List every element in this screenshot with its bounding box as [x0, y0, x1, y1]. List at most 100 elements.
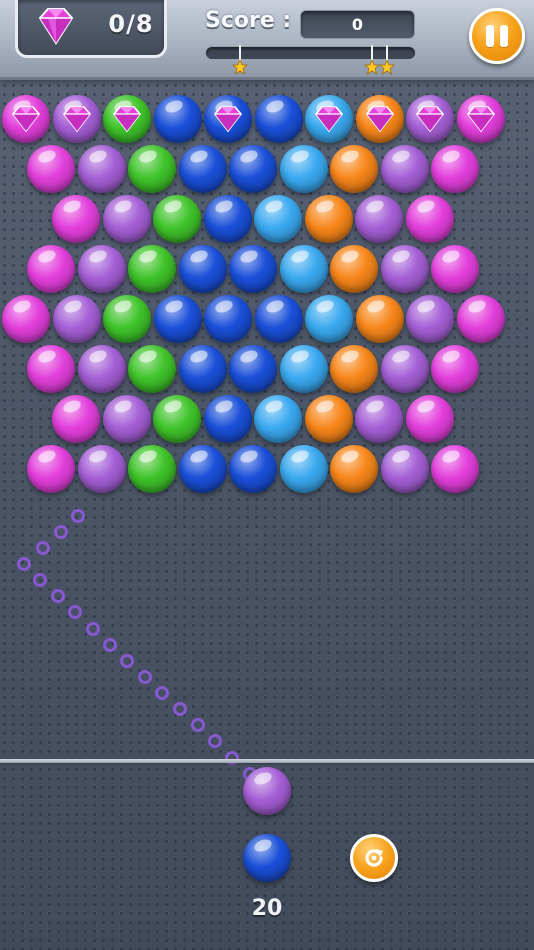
gem-count-text: 0/8: [108, 10, 154, 38]
next-bubble[interactable]: [243, 834, 291, 882]
bubble-orange: [355, 295, 404, 343]
bubble-green: [153, 195, 201, 243]
gem-icon: [11, 106, 41, 133]
pause-icon: [486, 25, 494, 47]
bubble-magenta: [52, 395, 100, 443]
bubble-cyan: [305, 95, 353, 143]
bubble-purple: [77, 245, 126, 293]
bubble-blue: [178, 345, 227, 393]
bubble-purple: [355, 195, 403, 243]
bubble-magenta: [27, 245, 75, 293]
bubble-green: [153, 395, 201, 443]
bubble-magenta: [405, 195, 454, 243]
bubble-green: [128, 345, 176, 393]
bubble-purple: [380, 345, 429, 393]
bubble-blue: [178, 445, 227, 493]
star-marker-1: [232, 45, 248, 75]
star-marker-2: [364, 45, 380, 75]
bubble-cyan: [279, 345, 328, 393]
aim-dot: [191, 718, 205, 732]
swap-button[interactable]: [350, 834, 398, 882]
score-label: Score :: [205, 8, 292, 33]
shots-remaining: 20: [251, 896, 283, 921]
aim-dot: [36, 541, 50, 555]
score-value: 0: [300, 10, 415, 39]
bubble-blue: [229, 445, 277, 493]
aim-dot: [54, 525, 68, 539]
swap-icon: [365, 849, 383, 867]
aim-dot: [71, 509, 85, 523]
gem-icon: [38, 8, 74, 45]
bubble-blue: [229, 145, 277, 193]
bubble-blue: [254, 295, 303, 343]
bubble-magenta: [431, 145, 479, 193]
gem-icon: [213, 106, 243, 133]
aim-dot: [120, 654, 134, 668]
bubble-blue: [204, 95, 252, 143]
aim-dot: [103, 638, 117, 652]
bubble-magenta: [2, 95, 50, 143]
bubble-cyan: [305, 295, 353, 343]
bubble-orange: [304, 395, 353, 443]
gem-icon: [466, 106, 495, 133]
bubble-blue: [153, 295, 202, 343]
star-icon: [232, 59, 248, 75]
bubble-magenta: [456, 295, 505, 343]
top-hud: 0/8 Score : 0: [0, 0, 534, 80]
bubble-purple: [52, 95, 101, 143]
bubble-green: [128, 445, 176, 493]
bubble-blue: [229, 245, 277, 293]
bubble-purple: [102, 195, 151, 243]
gem-icon: [415, 106, 445, 133]
bubble-orange: [355, 95, 404, 143]
bubble-purple: [406, 95, 454, 143]
shooter-bubble[interactable]: [243, 767, 291, 815]
aim-dot: [51, 589, 65, 603]
bubble-orange: [330, 345, 378, 393]
aim-dot: [208, 734, 222, 748]
bubble-purple: [406, 295, 454, 343]
bubble-cyan: [279, 145, 328, 193]
bubble-green: [128, 245, 176, 293]
bubble-magenta: [405, 395, 454, 443]
bubble-green: [103, 295, 151, 343]
aim-dot: [86, 622, 100, 636]
gem-icon: [112, 106, 142, 133]
bubble-purple: [380, 245, 429, 293]
bubble-blue: [153, 95, 202, 143]
bubble-cyan: [254, 395, 302, 443]
bubble-purple: [77, 345, 126, 393]
bubble-cyan: [279, 245, 328, 293]
aim-dot: [33, 573, 47, 587]
bubble-orange: [330, 245, 378, 293]
gem-icon: [314, 106, 344, 133]
bubble-magenta: [431, 445, 479, 493]
aim-dot: [173, 702, 187, 716]
pause-button[interactable]: [469, 8, 525, 64]
danger-line: [0, 759, 534, 763]
gem-counter-panel: 0/8: [15, 0, 167, 58]
bubble-purple: [77, 145, 126, 193]
bubble-magenta: [2, 295, 50, 343]
bubble-purple: [355, 395, 403, 443]
bubble-cyan: [279, 445, 328, 493]
aim-dot: [138, 670, 152, 684]
bubble-magenta: [27, 445, 75, 493]
bubble-blue: [254, 95, 303, 143]
bubble-orange: [304, 195, 353, 243]
gem-icon: [62, 106, 91, 133]
bubble-blue: [203, 395, 252, 443]
bubble-green: [128, 145, 176, 193]
bubble-purple: [77, 445, 126, 493]
bubble-magenta: [431, 245, 479, 293]
bubble-purple: [52, 295, 101, 343]
bubble-magenta: [52, 195, 100, 243]
bubble-magenta: [27, 345, 75, 393]
bubble-blue: [204, 295, 252, 343]
bubble-blue: [203, 195, 252, 243]
star-icon: [379, 59, 395, 75]
bubble-purple: [380, 145, 429, 193]
bubble-blue: [178, 145, 227, 193]
bubble-magenta: [456, 95, 505, 143]
aim-dot: [68, 605, 82, 619]
